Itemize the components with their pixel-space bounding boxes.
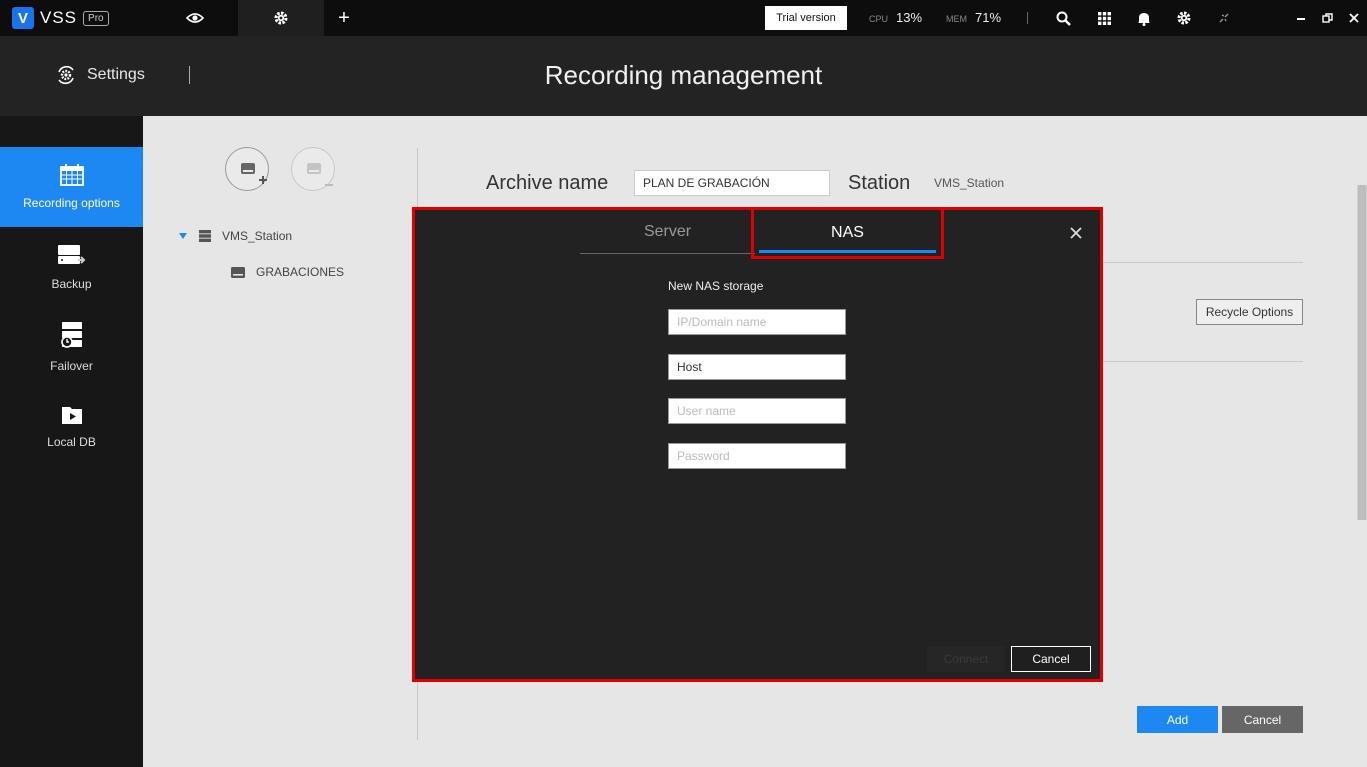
remove-archive-button[interactable] bbox=[291, 147, 335, 191]
sidebar-item-backup[interactable]: Backup bbox=[0, 227, 143, 307]
app-logo: V VSS Pro bbox=[12, 7, 109, 29]
trial-version-button[interactable]: Trial version bbox=[765, 6, 847, 30]
divider bbox=[1103, 262, 1303, 263]
expand-arrow-icon[interactable] bbox=[178, 232, 188, 240]
search-icon[interactable] bbox=[1053, 8, 1073, 28]
app-name: VSS bbox=[40, 8, 78, 27]
cpu-value: 13% bbox=[896, 10, 923, 25]
storage-icon bbox=[231, 266, 245, 278]
dialog-cancel-button[interactable]: Cancel bbox=[1011, 646, 1091, 672]
divider bbox=[1027, 12, 1028, 24]
ip-domain-input[interactable]: IP/Domain name bbox=[668, 309, 846, 335]
vivotek-logo-icon: V bbox=[12, 7, 34, 29]
username-input[interactable]: User name bbox=[668, 398, 846, 424]
sidebar-item-recording-options[interactable]: Recording options bbox=[0, 147, 143, 227]
divider bbox=[1103, 361, 1303, 362]
page-title: Recording management bbox=[544, 60, 823, 90]
edition-badge: Pro bbox=[83, 10, 109, 26]
connect-button[interactable]: Connect bbox=[927, 646, 1005, 672]
server-icon bbox=[199, 230, 211, 242]
cpu-label: CPU bbox=[869, 14, 889, 24]
page-header: Settings Recording management bbox=[0, 36, 1367, 116]
sidebar: Recording options Backup Failover Local … bbox=[0, 116, 143, 767]
memory-usage: MEM 71% bbox=[946, 10, 1001, 25]
dialog-heading: New NAS storage bbox=[668, 279, 764, 293]
tab-label: NAS bbox=[831, 224, 864, 241]
tab-settings[interactable] bbox=[238, 0, 324, 36]
sidebar-item-failover[interactable]: Failover bbox=[0, 307, 143, 387]
tree-node-archive[interactable]: GRABACIONES bbox=[230, 265, 344, 279]
gear-icon bbox=[274, 11, 288, 25]
tab-nas[interactable]: NAS bbox=[751, 210, 944, 259]
sidebar-item-label: Failover bbox=[50, 359, 93, 373]
sidebar-item-label: Backup bbox=[51, 277, 92, 291]
close-icon[interactable] bbox=[1344, 8, 1364, 28]
add-tab-button[interactable]: + bbox=[324, 0, 364, 36]
tree-node-label: VMS_Station bbox=[222, 229, 293, 243]
tree-node-station[interactable]: VMS_Station bbox=[178, 229, 292, 243]
backup-icon bbox=[57, 245, 85, 264]
grid-icon[interactable] bbox=[1094, 8, 1114, 28]
folder-play-icon bbox=[61, 407, 82, 424]
tab-server[interactable]: Server bbox=[580, 210, 755, 254]
recycle-options-button[interactable]: Recycle Options bbox=[1196, 299, 1303, 325]
failover-icon bbox=[60, 322, 82, 348]
add-button[interactable]: Add bbox=[1137, 706, 1218, 733]
sidebar-item-local-db[interactable]: Local DB bbox=[0, 387, 143, 467]
add-storage-icon bbox=[241, 163, 267, 184]
cancel-button[interactable]: Cancel bbox=[1222, 706, 1303, 733]
archive-name-label: Archive name bbox=[486, 172, 609, 194]
gear-icon[interactable] bbox=[1174, 8, 1194, 28]
mem-value: 71% bbox=[975, 10, 1002, 25]
broken-link-icon[interactable] bbox=[1214, 8, 1234, 28]
nas-storage-dialog: Server NAS New NAS storage IP/Domain nam… bbox=[412, 207, 1103, 682]
minimize-icon[interactable] bbox=[1291, 8, 1311, 28]
sidebar-item-label: Local DB bbox=[47, 435, 96, 449]
remove-storage-icon bbox=[307, 163, 333, 186]
sidebar-item-label: Recording options bbox=[23, 196, 120, 210]
top-bar: V VSS Pro + Trial version CPU 13% MEM 71… bbox=[0, 0, 1367, 36]
station-label: Station bbox=[848, 172, 911, 194]
add-archive-button[interactable] bbox=[225, 147, 269, 191]
archive-name-input[interactable]: PLAN DE GRABACIÓN bbox=[634, 170, 830, 196]
cpu-usage: CPU 13% bbox=[869, 10, 922, 25]
station-value: VMS_Station bbox=[934, 176, 1005, 190]
tab-liveview[interactable] bbox=[160, 0, 230, 36]
password-input[interactable]: Password bbox=[668, 443, 846, 469]
restore-icon[interactable] bbox=[1317, 8, 1337, 28]
host-input[interactable]: Host bbox=[668, 354, 846, 380]
bell-icon[interactable] bbox=[1134, 8, 1154, 28]
tree-node-label: GRABACIONES bbox=[256, 265, 345, 279]
plus-icon: + bbox=[338, 6, 350, 29]
eye-icon bbox=[186, 13, 204, 23]
mem-label: MEM bbox=[946, 14, 967, 24]
scrollbar-thumb[interactable] bbox=[1358, 185, 1366, 520]
close-icon[interactable] bbox=[1067, 224, 1085, 242]
calendar-icon bbox=[59, 164, 84, 186]
active-tab-indicator bbox=[759, 250, 936, 253]
